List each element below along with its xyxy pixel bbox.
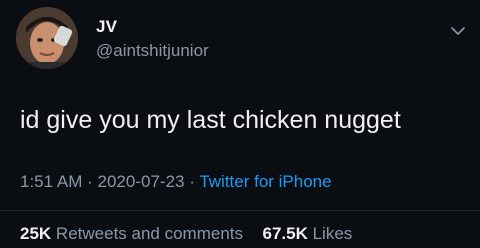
retweets-stat[interactable]: 25K Retweets and comments <box>20 224 248 243</box>
tweet-date[interactable]: 2020-07-23 <box>98 172 185 191</box>
tweet-time[interactable]: 1:51 AM <box>20 172 82 191</box>
meta-separator: · <box>189 172 195 191</box>
tweet-stats: 25K Retweets and comments 67.5K Likes <box>20 224 352 244</box>
tweet-meta: 1:51 AM · 2020-07-23 · Twitter for iPhon… <box>20 172 332 192</box>
likes-label: Likes <box>312 224 353 243</box>
likes-count: 67.5K <box>262 224 308 243</box>
avatar[interactable] <box>16 7 78 69</box>
tweet-text: id give you my last chicken nugget <box>20 106 401 134</box>
chevron-down-icon[interactable] <box>450 24 466 36</box>
retweets-count: 25K <box>20 224 52 243</box>
user-handle[interactable]: @aintshitjunior <box>96 41 209 61</box>
divider <box>0 210 480 211</box>
tweet-source-link[interactable]: Twitter for iPhone <box>199 172 331 191</box>
retweets-label: Retweets and comments <box>55 224 244 243</box>
meta-separator: · <box>87 172 93 191</box>
display-name[interactable]: JV <box>96 17 117 37</box>
likes-stat[interactable]: 67.5K Likes <box>262 224 352 243</box>
tweet-card: JV @aintshitjunior id give you my last c… <box>0 0 480 248</box>
